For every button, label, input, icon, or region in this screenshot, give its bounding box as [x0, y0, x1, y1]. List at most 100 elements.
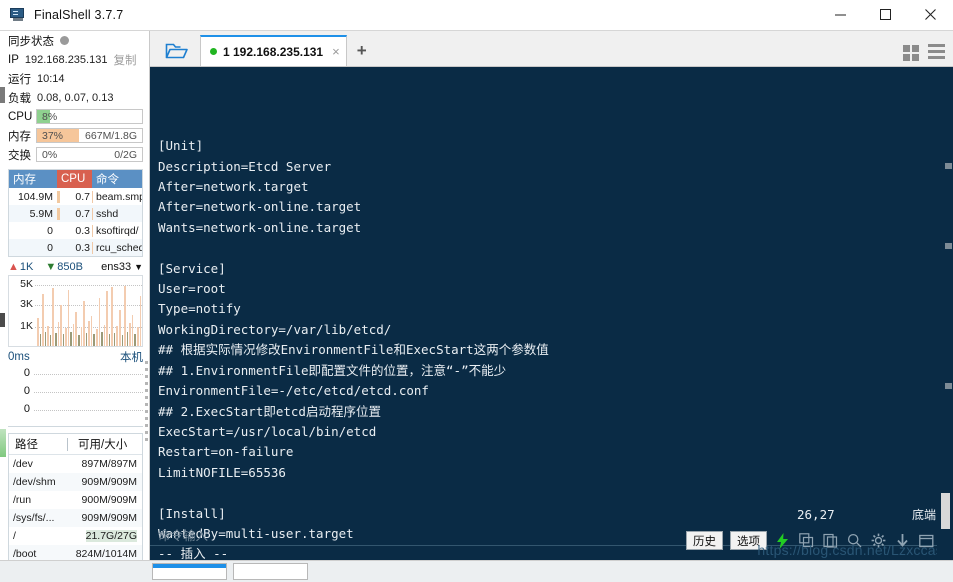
- network-graph-plot: [35, 276, 142, 346]
- vim-status-line: 26,27 底端: [150, 504, 937, 524]
- network-tick-3k: 3K: [20, 298, 33, 310]
- swap-percent: 0%: [42, 149, 58, 161]
- upload-rate: 1K: [19, 260, 34, 273]
- disk-size: 21.7G/27G: [85, 530, 137, 542]
- cpu-meter: 8%: [36, 109, 143, 124]
- list-item[interactable]: /dev/shm 909M/909M: [9, 473, 142, 491]
- status-dot-icon: [60, 36, 69, 45]
- taskbar: [0, 560, 953, 582]
- sync-status-row: 同步状态: [0, 31, 149, 50]
- tab-bar-actions: [903, 44, 953, 66]
- latency-graph-plot: [34, 365, 143, 426]
- network-graph-bars: [37, 276, 142, 346]
- taskbar-item[interactable]: [233, 563, 308, 580]
- tab-bar: 1 192.168.235.131 × +: [150, 31, 953, 67]
- latency-value: 0ms: [8, 351, 30, 363]
- list-item[interactable]: /run 900M/909M: [9, 491, 142, 509]
- network-tick-5k: 5K: [20, 278, 33, 290]
- terminal-scrollbar[interactable]: [937, 67, 953, 560]
- list-item[interactable]: / 21.7G/27G: [9, 527, 142, 545]
- disk-path: /: [13, 530, 16, 542]
- close-tab-icon[interactable]: ×: [332, 44, 340, 59]
- terminal-panel: 1 192.168.235.131 × + [Unit] Description…: [150, 31, 953, 560]
- latency-header: 0ms 本机: [0, 347, 149, 365]
- disk-size: 909M/909M: [81, 476, 137, 488]
- network-interface-select[interactable]: ens33: [101, 261, 131, 273]
- sidebar-scrollbar[interactable]: [145, 361, 149, 481]
- tab-192-168-235-131[interactable]: 1 192.168.235.131 ×: [200, 35, 347, 66]
- tab-label: 1 192.168.235.131: [223, 44, 324, 59]
- main-body: 同步状态 IP 192.168.235.131 复制 运行 10:14 负载 0…: [0, 30, 953, 560]
- load-row: 负载 0.08, 0.07, 0.13: [0, 88, 149, 107]
- sync-status-label: 同步状态: [8, 35, 54, 48]
- grid-view-icon[interactable]: [903, 45, 919, 61]
- sidebar-drag-handle[interactable]: [0, 87, 5, 103]
- process-header-cpu[interactable]: CPU: [57, 170, 92, 188]
- memory-meter: 37% 667M/1.8G: [36, 128, 143, 143]
- latency-graph-axis: 0 0 0: [8, 365, 34, 426]
- memory-detail: 667M/1.8G: [85, 130, 137, 142]
- memory-meter-row: 内存 37% 667M/1.8G: [0, 126, 149, 145]
- uptime-value: 10:14: [37, 72, 65, 85]
- memory-percent: 37%: [42, 130, 64, 142]
- uptime-label: 运行: [8, 73, 31, 86]
- cpu-meter-label: CPU: [8, 110, 33, 123]
- list-item[interactable]: /boot 824M/1014M: [9, 545, 142, 560]
- hamburger-menu-icon[interactable]: [928, 44, 945, 62]
- network-header: ▲ 1K ▼ 850B ens33 ▼: [0, 257, 149, 275]
- latency-target[interactable]: 本机: [120, 349, 143, 365]
- copy-ip-button[interactable]: 复制: [113, 52, 136, 68]
- window-controls: [818, 0, 953, 30]
- disk-path: /sys/fs/...: [13, 512, 55, 524]
- process-memory: 104.9M: [17, 190, 53, 203]
- folder-open-icon[interactable]: [156, 34, 198, 66]
- sidebar-activity-marker: [0, 429, 6, 457]
- table-row[interactable]: 5.9M 0.7 sshd: [9, 205, 142, 222]
- minimize-button[interactable]: [818, 0, 863, 30]
- window-title: FinalShell 3.7.7: [34, 7, 124, 22]
- table-row[interactable]: 0 0.3 ksoftirqd/: [9, 222, 142, 239]
- process-memory: 0: [47, 224, 53, 237]
- maximize-button[interactable]: [863, 0, 908, 30]
- process-memory: 0: [47, 241, 53, 254]
- process-cpu: 0.3: [75, 224, 90, 237]
- network-tick-1k: 1K: [20, 320, 33, 332]
- process-header-memory[interactable]: 内存: [9, 170, 57, 188]
- process-table-header: 内存 CPU 命令: [9, 170, 142, 188]
- process-command: ksoftirqd/: [92, 224, 142, 237]
- table-row[interactable]: 0 0.3 rcu_sched: [9, 239, 142, 256]
- disk-path: /dev: [13, 458, 33, 470]
- history-button[interactable]: 历史: [686, 531, 723, 550]
- latency-tick-0c: 0: [23, 403, 30, 415]
- network-graph-axis: 5K 3K 1K: [9, 276, 35, 346]
- disk-header-size[interactable]: 可用/大小: [68, 436, 142, 452]
- list-item[interactable]: /dev 897M/897M: [9, 455, 142, 473]
- memory-meter-label: 内存: [8, 130, 31, 143]
- title-bar: FinalShell 3.7.7: [0, 0, 953, 30]
- scroll-position-label: 底端: [912, 507, 937, 522]
- list-item[interactable]: /sys/fs/... 909M/909M: [9, 509, 142, 527]
- disk-header-path[interactable]: 路径: [9, 436, 67, 452]
- load-value: 0.08, 0.07, 0.13: [37, 91, 114, 104]
- disk-path: /boot: [13, 548, 37, 560]
- terminal-output[interactable]: [Unit] Description=Etcd Server After=net…: [150, 67, 937, 560]
- process-cpu: 0.7: [75, 207, 90, 220]
- new-tab-button[interactable]: +: [347, 35, 377, 66]
- process-cpu: 0.3: [75, 241, 90, 254]
- connection-status-icon: [210, 48, 217, 55]
- swap-detail: 0/2G: [114, 149, 137, 161]
- process-header-command[interactable]: 命令: [92, 170, 142, 188]
- swap-meter-label: 交换: [8, 149, 31, 162]
- chevron-down-icon[interactable]: ▼: [134, 262, 143, 272]
- sidebar-drag-handle-2[interactable]: [0, 313, 5, 327]
- ip-value: 192.168.235.131: [24, 53, 108, 66]
- finalshell-window: FinalShell 3.7.7 同步状态 IP 192.168.235.131…: [0, 0, 953, 582]
- latency-tick-0a: 0: [23, 367, 30, 379]
- taskbar-item-active[interactable]: [152, 563, 227, 580]
- disk-size: 900M/909M: [81, 494, 137, 506]
- process-command: rcu_sched: [92, 241, 142, 254]
- table-row[interactable]: 104.9M 0.7 beam.smp: [9, 188, 142, 205]
- monitor-icon: [10, 7, 26, 22]
- close-button[interactable]: [908, 0, 953, 30]
- cursor-position: 26,27: [797, 506, 835, 522]
